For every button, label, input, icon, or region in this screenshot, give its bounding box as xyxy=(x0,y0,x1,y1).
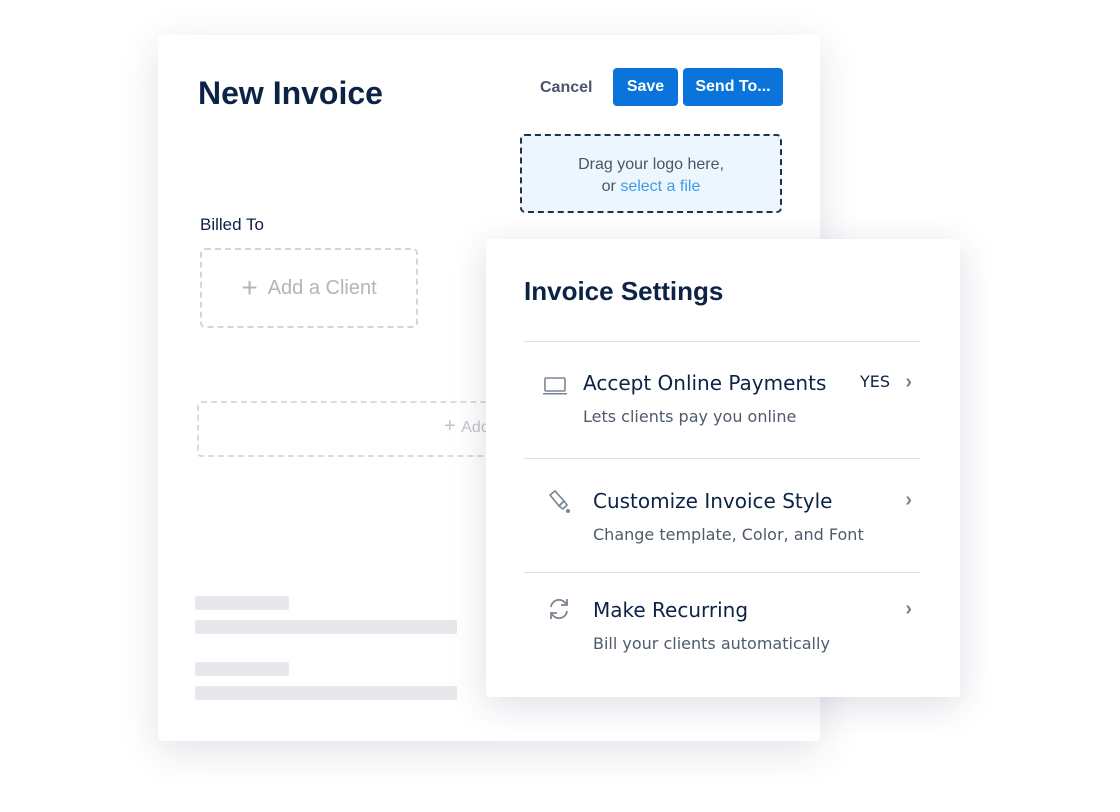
divider xyxy=(524,572,920,573)
plus-icon: + xyxy=(241,272,258,303)
logo-or: or xyxy=(601,178,621,195)
setting-value: YES xyxy=(859,372,890,391)
divider xyxy=(524,341,920,342)
cancel-button[interactable]: Cancel xyxy=(540,79,592,97)
setting-online-payments[interactable]: Accept Online Payments Lets clients pay … xyxy=(524,369,920,429)
send-to-button[interactable]: Send To... xyxy=(683,68,783,106)
placeholder-bar xyxy=(195,662,289,676)
placeholder-bar xyxy=(195,686,457,700)
plus-icon: + xyxy=(444,415,462,437)
refresh-icon xyxy=(550,598,568,620)
setting-invoice-style[interactable]: Customize Invoice Style Change template,… xyxy=(524,487,920,547)
billed-to-label: Billed To xyxy=(200,215,264,234)
add-client-label: Add a Client xyxy=(267,276,377,299)
chevron-right-icon[interactable]: › xyxy=(905,598,912,621)
logo-hint: Drag your logo here, xyxy=(578,156,724,173)
select-file-link[interactable]: select a file xyxy=(620,178,700,195)
save-button[interactable]: Save xyxy=(613,68,678,106)
divider xyxy=(524,458,920,459)
chevron-right-icon[interactable]: › xyxy=(905,371,912,394)
invoice-settings-panel: Invoice Settings Accept Online Payments … xyxy=(486,239,960,697)
logo-dropzone[interactable]: Drag your logo here, or select a file xyxy=(520,134,782,213)
setting-title: Accept Online Payments xyxy=(583,371,827,395)
settings-title: Invoice Settings xyxy=(524,276,724,306)
page-title: New Invoice xyxy=(198,75,383,111)
setting-subtitle: Change template, Color, and Font xyxy=(593,525,864,544)
placeholder-bar xyxy=(195,596,289,610)
add-client-button[interactable]: + Add a Client xyxy=(200,248,418,328)
placeholder-bar xyxy=(195,620,457,634)
setting-make-recurring[interactable]: Make Recurring Bill your clients automat… xyxy=(524,596,920,656)
chevron-right-icon[interactable]: › xyxy=(905,489,912,512)
setting-subtitle: Lets clients pay you online xyxy=(583,407,797,426)
setting-title: Customize Invoice Style xyxy=(593,489,833,513)
setting-subtitle: Bill your clients automatically xyxy=(593,634,830,653)
laptop-icon xyxy=(543,377,567,395)
setting-title: Make Recurring xyxy=(593,598,749,622)
paintbrush-icon xyxy=(548,489,570,513)
